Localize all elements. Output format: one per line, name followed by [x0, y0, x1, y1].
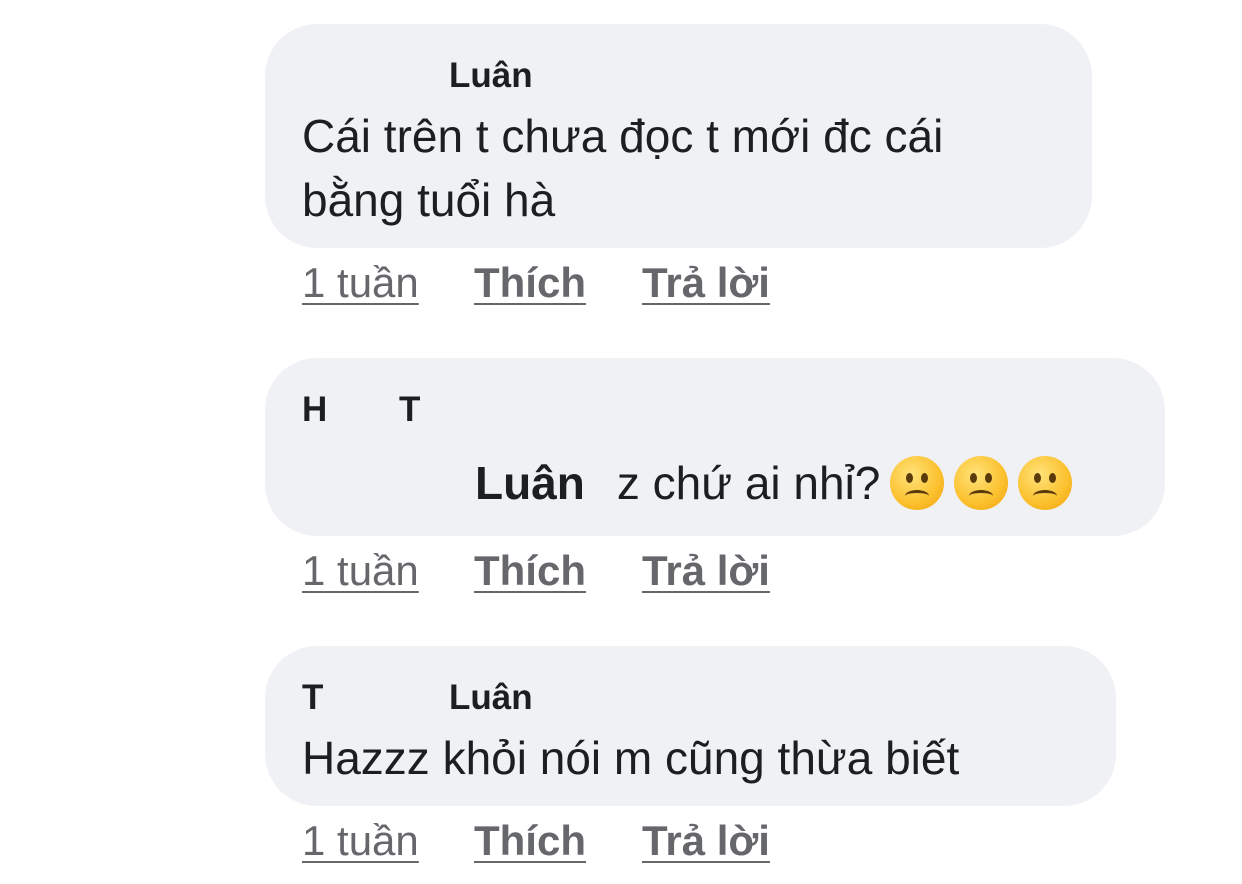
- comment-bubble: H T Luân z chứ ai nhỉ?: [265, 358, 1165, 536]
- comment-text: Hazzz khỏi nói m cũng thừa biết: [302, 732, 960, 784]
- comment-text-line: bằng tuổi hà: [302, 174, 556, 226]
- reply-button[interactable]: Trả lời: [642, 546, 770, 596]
- frowning-face-icon: [890, 455, 945, 510]
- reply-button[interactable]: Trả lời: [642, 258, 770, 308]
- comment-text: Luân z chứ ai nhỉ?: [475, 451, 1073, 515]
- comment-text-line: Cái trên t chưa đọc t mới đc cái: [302, 110, 944, 162]
- comment-author[interactable]: Luân: [449, 56, 533, 96]
- like-button[interactable]: Thích: [474, 546, 586, 596]
- frowning-face-icon: [1018, 455, 1073, 510]
- mentioned-user[interactable]: Luân: [475, 457, 585, 509]
- like-button[interactable]: Thích: [474, 258, 586, 308]
- comment-timestamp[interactable]: 1 tuần: [302, 546, 419, 596]
- comment-author[interactable]: H: [302, 390, 327, 430]
- reply-button[interactable]: Trả lời: [642, 816, 770, 866]
- comment-bubble: Luân Cái trên t chưa đọc t mới đc cái bằ…: [265, 24, 1092, 248]
- comment-author-second[interactable]: Luân: [449, 678, 533, 718]
- comment-author-second[interactable]: T: [399, 390, 420, 430]
- comment-author[interactable]: T: [302, 678, 323, 718]
- comment-timestamp[interactable]: 1 tuần: [302, 258, 419, 308]
- comment-bubble: T Luân Hazzz khỏi nói m cũng thừa biết: [265, 646, 1116, 806]
- comment-timestamp[interactable]: 1 tuần: [302, 816, 419, 866]
- comment-text-body: z chứ ai nhỉ?: [616, 457, 881, 509]
- frowning-face-icon: [954, 455, 1009, 510]
- like-button[interactable]: Thích: [474, 816, 586, 866]
